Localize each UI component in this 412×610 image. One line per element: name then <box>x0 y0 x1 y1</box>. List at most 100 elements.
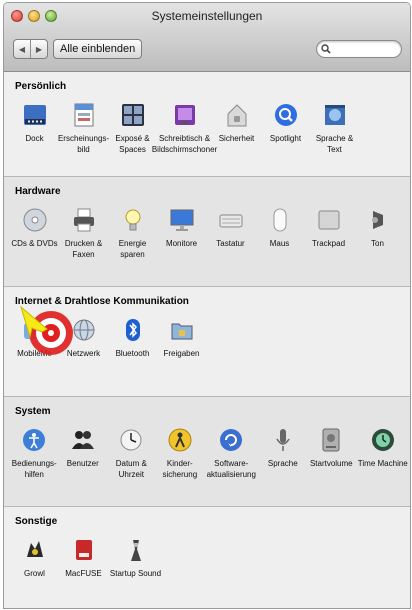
pref-label: Trackpad <box>311 239 346 248</box>
pref-label: MobileMe <box>17 349 52 358</box>
pref-printer[interactable]: Drucken & Faxen <box>59 200 108 260</box>
pref-label: Growl <box>24 569 45 578</box>
back-button[interactable]: ◀ <box>14 40 30 58</box>
macfuse-icon <box>71 535 97 565</box>
pref-label: Software- aktualisierung <box>206 459 256 479</box>
spotlight-icon <box>273 100 299 130</box>
pref-label: Tastatur <box>216 239 245 248</box>
language-text-icon <box>322 100 348 130</box>
pref-label: Startvolume <box>309 459 353 468</box>
bluetooth-icon <box>120 315 146 345</box>
show-all-button[interactable]: Alle einblenden <box>53 39 143 59</box>
section-title: Internet & Drahtlose Kommunikation <box>15 296 189 307</box>
keyboard-icon <box>218 205 244 235</box>
pref-label: Drucken & Faxen <box>64 239 103 259</box>
pref-label: Spotlight <box>269 134 302 143</box>
section-hardware: Hardware CDs & DVDs Drucken & Faxen Ener… <box>4 177 410 287</box>
pref-parental-controls[interactable]: Kinder- sicherung <box>156 420 205 480</box>
search-field[interactable] <box>316 40 402 58</box>
titlebar: Systemeinstellungen ◀ ▶ Alle einblenden <box>4 3 410 72</box>
pref-label: Dock <box>25 134 44 143</box>
parental-controls-icon <box>167 425 193 455</box>
section-title: Sonstige <box>15 516 58 527</box>
pref-accessibility[interactable]: Bedienungs- hilfen <box>10 420 59 480</box>
pref-date-time[interactable]: Datum & Uhrzeit <box>107 420 156 480</box>
expose-spaces-icon <box>120 100 146 130</box>
section-persoenlich: Persönlich Dock Erscheinungs- bild Expos… <box>4 72 410 177</box>
software-update-icon <box>218 425 244 455</box>
trackpad-icon <box>316 205 342 235</box>
window-title: Systemeinstellungen <box>151 9 263 23</box>
pref-appearance[interactable]: Erscheinungs- bild <box>57 95 110 155</box>
pref-keyboard[interactable]: Tastatur <box>206 200 255 260</box>
pref-desktop-screensaver[interactable]: Schreibtisch & Bildschirmschoner <box>152 95 217 155</box>
pref-spotlight[interactable]: Spotlight <box>261 95 310 155</box>
pref-label: Startup Sound <box>109 569 162 578</box>
pref-cd-dvd[interactable]: CDs & DVDs <box>10 200 59 260</box>
pref-time-machine[interactable]: Time Machine <box>356 420 410 480</box>
appearance-icon <box>71 100 97 130</box>
system-preferences-window: Systemeinstellungen ◀ ▶ Alle einblenden … <box>3 2 411 609</box>
sound-icon <box>365 205 391 235</box>
pref-label: Sicherheit <box>218 134 255 143</box>
search-input[interactable] <box>331 42 395 56</box>
monitor-icon <box>169 205 195 235</box>
pref-security[interactable]: Sicherheit <box>212 95 261 155</box>
pref-users[interactable]: Benutzer <box>59 420 108 480</box>
pref-label: Netzwerk <box>66 349 101 358</box>
pref-dock[interactable]: Dock <box>10 95 59 155</box>
pref-energy-saver[interactable]: Energie sparen <box>108 200 157 260</box>
pref-label: Monitore <box>165 239 198 248</box>
pref-label: Time Machine <box>357 459 408 468</box>
mouse-icon <box>267 205 293 235</box>
section-title: System <box>15 406 51 417</box>
startup-disk-icon <box>318 425 344 455</box>
search-icon <box>321 44 331 54</box>
pref-label: Benutzer <box>66 459 99 468</box>
pref-mouse[interactable]: Maus <box>255 200 304 260</box>
dock-icon <box>22 100 48 130</box>
pref-growl[interactable]: Growl <box>10 530 59 579</box>
pref-mobileme[interactable]: MobileMe <box>10 310 59 359</box>
pref-label: Maus <box>269 239 290 248</box>
pref-label: Kinder- sicherung <box>162 459 198 479</box>
pref-expose-spaces[interactable]: Exposé & Spaces <box>108 95 157 155</box>
date-time-icon <box>118 425 144 455</box>
cd-dvd-icon <box>22 205 48 235</box>
pref-software-update[interactable]: Software- aktualisierung <box>204 420 258 480</box>
mobileme-icon <box>22 315 48 345</box>
pref-label: Energie sparen <box>118 239 147 259</box>
pref-bluetooth[interactable]: Bluetooth <box>108 310 157 359</box>
pref-label: Schreibtisch & Bildschirmschoner <box>151 134 218 154</box>
pref-monitors[interactable]: Monitore <box>157 200 206 260</box>
security-icon <box>224 100 250 130</box>
pref-trackpad[interactable]: Trackpad <box>304 200 353 260</box>
pref-label: Sprache <box>267 459 298 468</box>
pref-label: Bluetooth <box>115 349 150 358</box>
nav-buttons: ◀ ▶ <box>13 39 48 59</box>
section-title: Persönlich <box>15 81 67 92</box>
pref-speech[interactable]: Sprache <box>259 420 308 480</box>
printer-icon <box>71 205 97 235</box>
pref-sound[interactable]: Ton <box>353 200 402 260</box>
pref-macfuse[interactable]: MacFUSE <box>59 530 108 579</box>
forward-button[interactable]: ▶ <box>30 40 47 58</box>
toolbar: ◀ ▶ Alle einblenden <box>13 37 402 61</box>
pref-startup-disk[interactable]: Startvolume <box>307 420 356 480</box>
growl-icon <box>22 535 48 565</box>
pref-sharing[interactable]: Freigaben <box>157 310 206 359</box>
pref-label: Sprache & Text <box>315 134 354 154</box>
pref-label: CDs & DVDs <box>11 239 58 248</box>
accessibility-icon <box>21 425 47 455</box>
section-system: System Bedienungs- hilfen Benutzer Datum… <box>4 397 410 507</box>
section-internet: Internet & Drahtlose Kommunikation Mobil… <box>4 287 410 397</box>
pref-language-text[interactable]: Sprache & Text <box>310 95 359 155</box>
pref-label: Freigaben <box>163 349 200 358</box>
pref-label: Bedienungs- hilfen <box>11 459 57 479</box>
network-icon <box>71 315 97 345</box>
pref-startup-sound[interactable]: Startup Sound <box>108 530 163 579</box>
pref-network[interactable]: Netzwerk <box>59 310 108 359</box>
pref-label: Erscheinungs- bild <box>57 134 110 154</box>
preferences-content: Persönlich Dock Erscheinungs- bild Expos… <box>4 72 410 608</box>
speech-icon <box>270 425 296 455</box>
